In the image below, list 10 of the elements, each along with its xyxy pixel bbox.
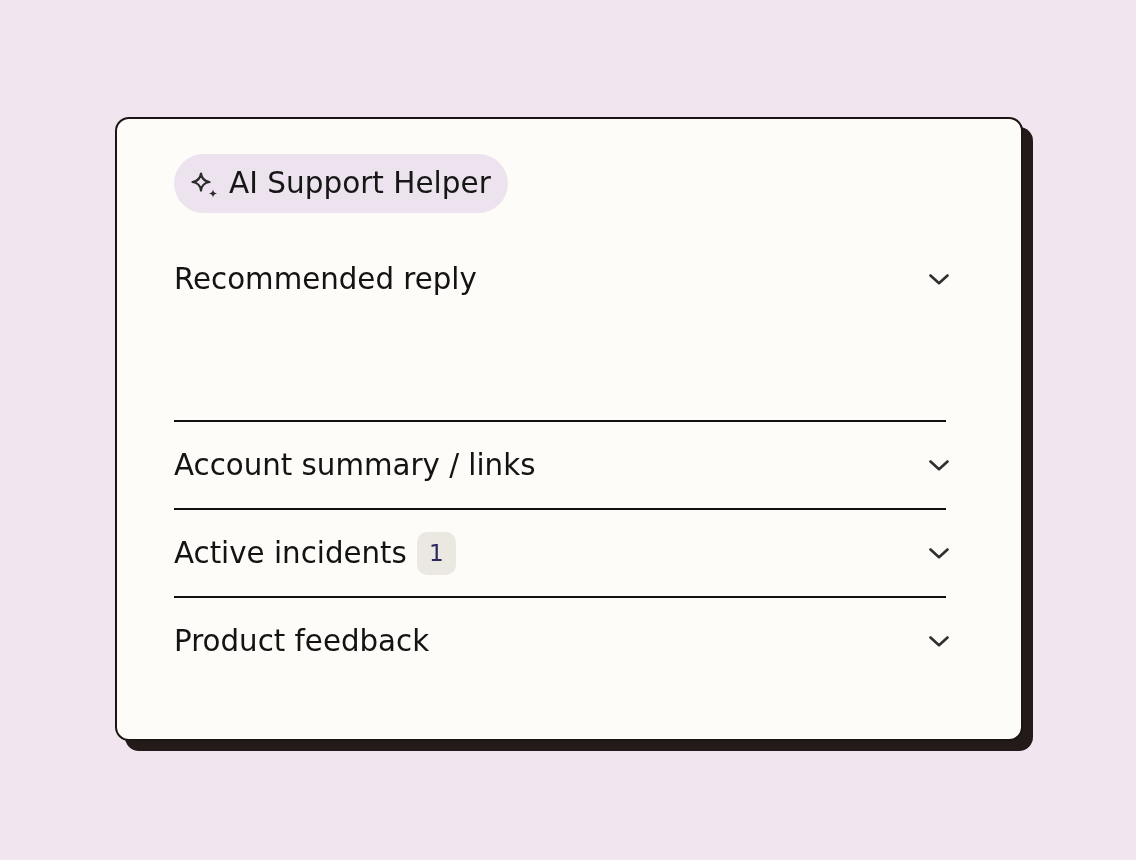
chevron-down-icon bbox=[929, 459, 949, 471]
accordion-header[interactable]: Product feedback bbox=[174, 598, 946, 684]
count-badge: 1 bbox=[416, 531, 456, 575]
accordion-header[interactable]: Active incidents 1 bbox=[174, 510, 946, 596]
chevron-down-icon bbox=[929, 547, 949, 559]
chevron-down-icon bbox=[929, 273, 949, 285]
accordion-header[interactable]: Account summary / links bbox=[174, 422, 946, 508]
assistant-title: AI Support Helper bbox=[229, 168, 491, 199]
accordion-header[interactable]: Recommended reply bbox=[174, 235, 946, 323]
chevron-down-icon bbox=[929, 635, 949, 647]
